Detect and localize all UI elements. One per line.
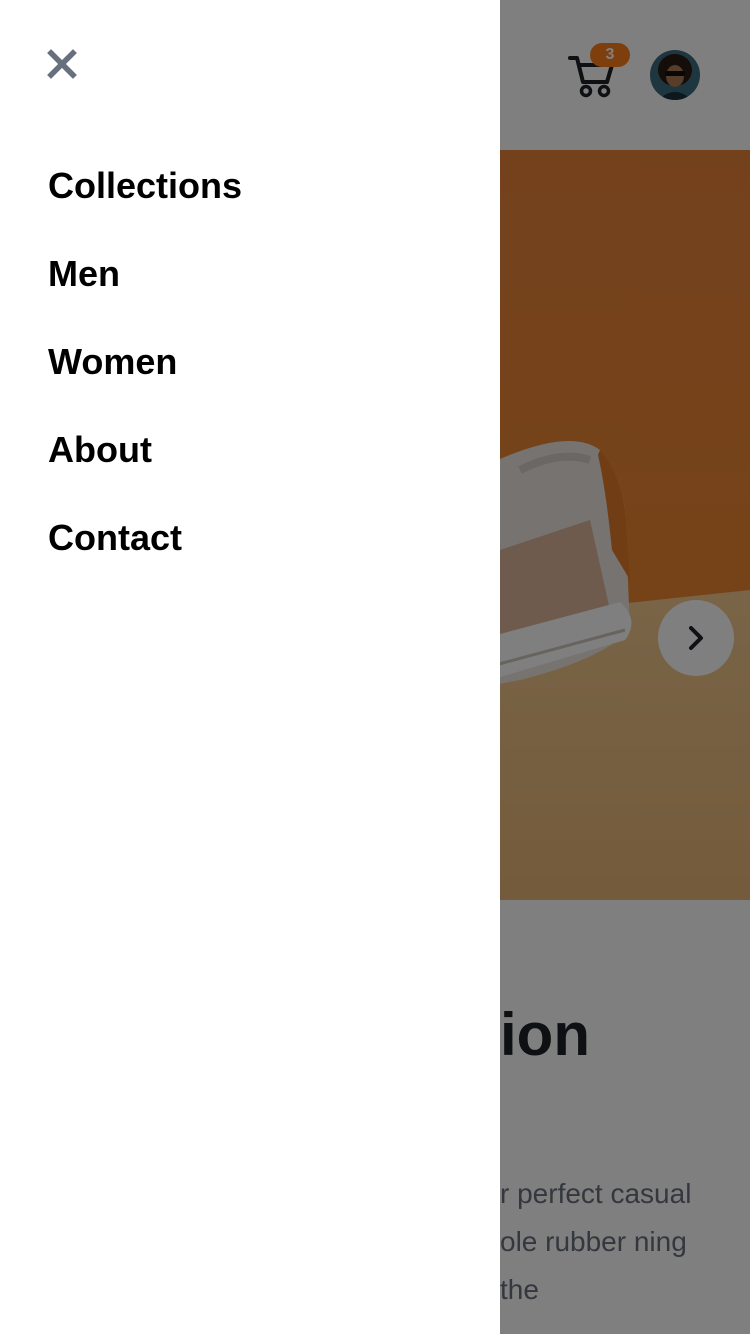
nav-item-contact[interactable]: Contact <box>48 512 242 600</box>
nav-item-women[interactable]: Women <box>48 336 242 424</box>
nav-item-men[interactable]: Men <box>48 248 242 336</box>
nav-item-collections[interactable]: Collections <box>48 160 242 248</box>
close-menu-button[interactable] <box>46 48 78 80</box>
page: 3 <box>0 0 750 1334</box>
nav-menu: Collections Men Women About Contact <box>48 160 242 600</box>
close-icon <box>47 49 77 79</box>
mobile-nav-drawer: Collections Men Women About Contact <box>0 0 500 1334</box>
nav-item-about[interactable]: About <box>48 424 242 512</box>
